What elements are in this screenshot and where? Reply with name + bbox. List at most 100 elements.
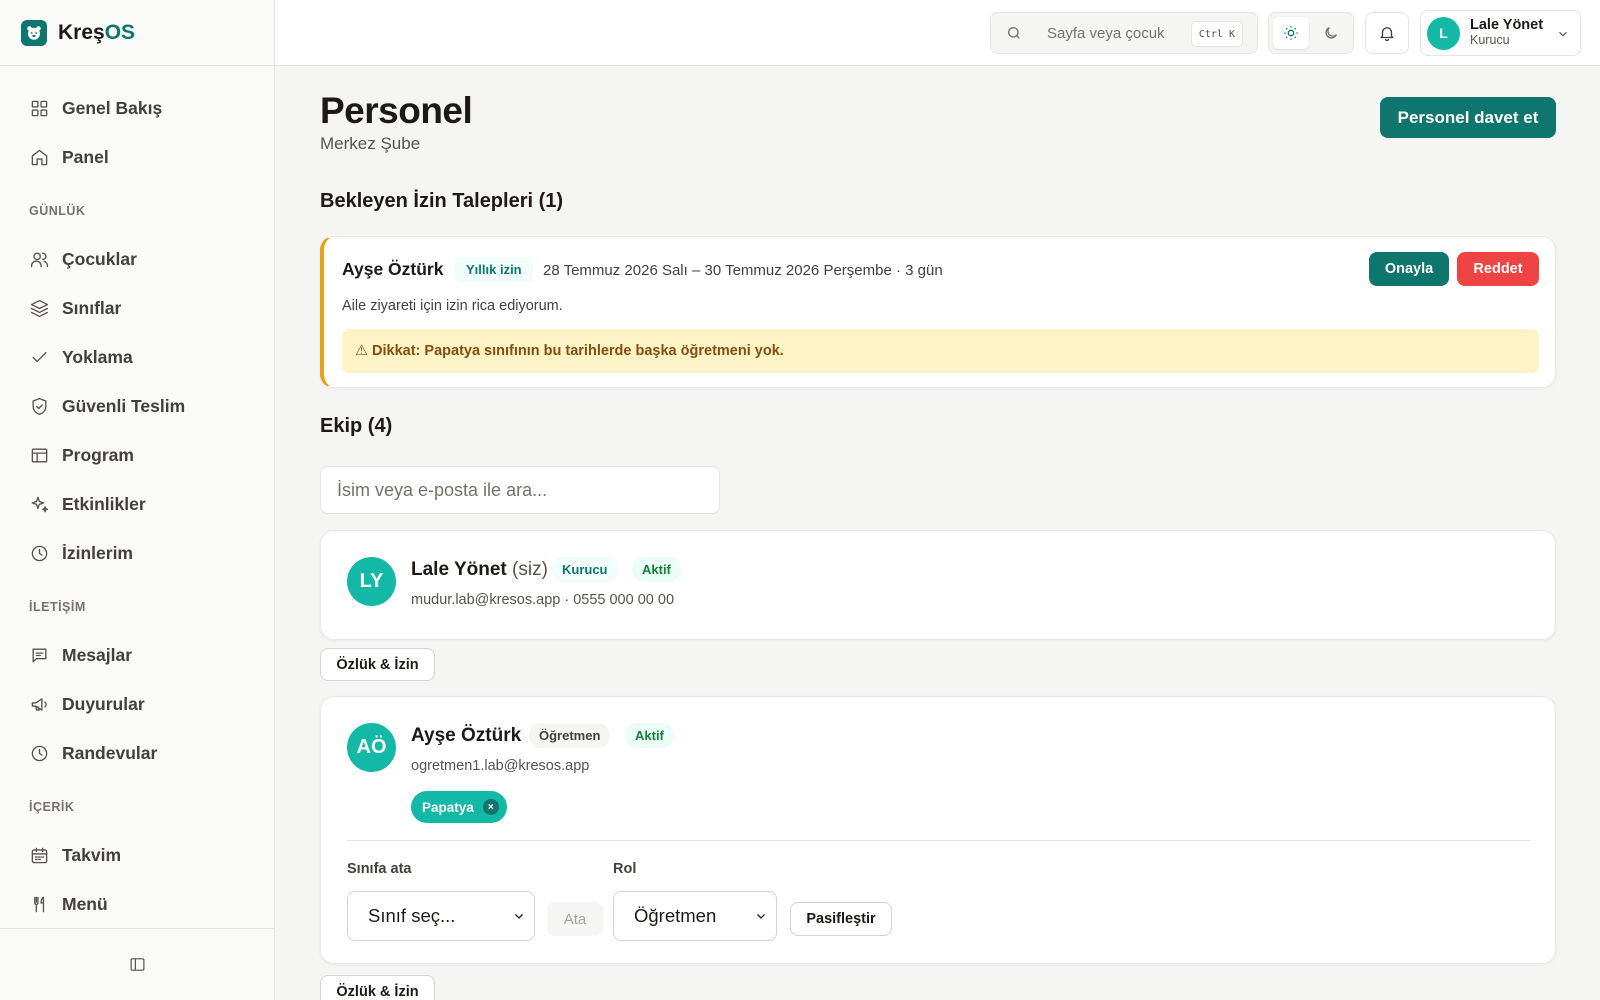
sidebar-item-siniflar[interactable]: Sınıflar <box>0 284 274 333</box>
sidebar-item-guvenli-teslim[interactable]: Güvenli Teslim <box>0 382 274 431</box>
class-select[interactable]: Sınıf seç... <box>347 891 535 941</box>
bell-icon <box>1380 27 1394 42</box>
chevron-down-icon <box>757 914 765 919</box>
megaphone-icon <box>31 698 47 711</box>
avatar: L <box>1427 16 1460 50</box>
sidebar-section-title: GÜNLÜK <box>29 203 86 218</box>
sidebar-item-genel-bakis[interactable]: Genel Bakış <box>0 84 274 133</box>
role-badge: Kurucu <box>552 557 618 582</box>
leave-request-card: Ayşe Öztürk Yıllık izin 28 Temmuz 2026 S… <box>320 236 1556 388</box>
sidebar-item-label: Randevular <box>62 743 158 763</box>
check-icon <box>32 352 47 363</box>
sidebar-item-izinlerim[interactable]: İzinlerim <box>0 529 274 578</box>
sidebar-item-takvim[interactable]: Takvim <box>0 831 274 880</box>
sidebar-item-panel[interactable]: Panel <box>0 133 274 182</box>
avatar: LY <box>347 557 396 606</box>
sun-icon <box>1284 26 1298 40</box>
sidebar-item-label: Mesajlar <box>62 645 133 665</box>
role-badge: Öğretmen <box>529 723 611 748</box>
brand-name: KreşOS <box>58 20 136 44</box>
sidebar-item-label: Güvenli Teslim <box>62 396 186 416</box>
moon-icon <box>1325 27 1337 39</box>
reject-button[interactable]: Reddet <box>1457 252 1539 286</box>
page-title: Personel <box>320 90 473 131</box>
deactivate-button[interactable]: Pasifleştir <box>790 902 892 936</box>
approve-button[interactable]: Onayla <box>1369 252 1449 286</box>
personnel-file-button[interactable]: Özlük & İzin <box>320 648 435 681</box>
global-search-input[interactable]: Sayfa veya çocuk Ctrl K <box>990 12 1258 54</box>
sidebar-item-label: Çocuklar <box>62 249 137 269</box>
assign-class-label: Sınıfa ata <box>347 861 412 877</box>
class-chip-label: Papatya <box>422 799 474 815</box>
page-subtitle: Merkez Şube <box>320 134 421 153</box>
team-title: Ekip (4) <box>320 415 393 437</box>
coverage-warning: ⚠ Dikkat: Papatya sınıfının bu tarihlerd… <box>342 329 1539 373</box>
personnel-file-button[interactable]: Özlük & İzin <box>320 975 435 1000</box>
sidebar-nav: Genel Bakış Panel GÜNLÜK Çocuklar Sınıfl… <box>0 66 274 929</box>
keyboard-shortcut: Ctrl K <box>1190 21 1243 47</box>
sidebar-item-label: Yoklama <box>62 347 133 367</box>
sidebar-item-etkinlikler[interactable]: Etkinlikler <box>0 480 274 529</box>
chevron-down-icon <box>515 914 523 919</box>
sidebar-item-label: Sınıflar <box>62 298 122 318</box>
table-icon <box>31 448 48 463</box>
sidebar-collapse-button[interactable] <box>0 928 274 1000</box>
team-search-input[interactable]: İsim veya e-posta ile ara... <box>320 466 720 514</box>
brand[interactable]: KreşOS <box>0 0 274 66</box>
bear-logo-icon <box>21 19 47 46</box>
grid-icon <box>31 100 48 117</box>
sidebar-item-cocuklar[interactable]: Çocuklar <box>0 235 274 284</box>
notifications-button[interactable] <box>1365 12 1409 54</box>
sidebar-item-duyurular[interactable]: Duyurular <box>0 680 274 729</box>
layers-icon <box>30 299 49 318</box>
search-icon <box>1008 27 1020 39</box>
leave-requester-name: Ayşe Öztürk <box>342 259 444 279</box>
sidebar-section-title: İLETİŞİM <box>29 599 86 614</box>
sidebar-item-label: Panel <box>62 147 109 167</box>
user-role: Kurucu <box>1470 33 1510 48</box>
topbar: Sayfa veya çocuk Ctrl K L Lale Yönet Kur… <box>275 0 1600 66</box>
utensils-icon <box>34 896 45 913</box>
clock-icon <box>31 545 48 562</box>
assign-button[interactable]: Ata <box>547 902 603 936</box>
sidebar-item-program[interactable]: Program <box>0 431 274 480</box>
clock-icon <box>31 745 48 762</box>
sidebar-item-menu[interactable]: Menü <box>0 880 274 929</box>
message-icon <box>32 648 47 663</box>
sidebar-section-title: İÇERİK <box>29 799 75 814</box>
member-name: Lale Yönet (siz) <box>411 559 548 580</box>
member-card: AÖ Ayşe Öztürk Öğretmen Aktif ogretmen1.… <box>320 696 1556 964</box>
user-menu[interactable]: L Lale Yönet Kurucu <box>1420 10 1581 56</box>
member-card: LY Lale Yönet (siz) Kurucu Aktif mudur.l… <box>320 530 1556 640</box>
dark-theme-button[interactable] <box>1313 17 1349 49</box>
light-theme-button[interactable] <box>1273 17 1309 49</box>
user-info: Lale Yönet Kurucu <box>1470 17 1544 48</box>
sidebar-item-randevular[interactable]: Randevular <box>0 729 274 778</box>
member-contact: mudur.lab@kresos.app · 0555 000 00 00 <box>411 592 675 608</box>
calendar-icon <box>31 847 48 864</box>
sidebar-item-mesajlar[interactable]: Mesajlar <box>0 631 274 680</box>
sparkles-icon <box>31 496 49 513</box>
remove-class-icon[interactable]: × <box>482 799 499 815</box>
member-name: Ayşe Öztürk <box>411 725 522 746</box>
status-badge: Aktif <box>632 557 681 582</box>
sidebar-item-label: Takvim <box>62 845 122 865</box>
chevron-down-icon <box>1559 31 1567 37</box>
member-contact: ogretmen1.lab@kresos.app <box>411 758 590 774</box>
users-icon <box>30 252 49 268</box>
sidebar-item-label: Genel Bakış <box>62 98 163 118</box>
home-icon <box>31 149 48 166</box>
invite-staff-button[interactable]: Personel davet et <box>1380 97 1556 138</box>
sidebar-item-yoklama[interactable]: Yoklama <box>0 333 274 382</box>
sidebar: KreşOS Genel Bakış Panel GÜNLÜK Çocuklar… <box>0 0 275 1000</box>
sidebar-toggle-icon <box>130 958 144 971</box>
user-name: Lale Yönet <box>1470 17 1544 34</box>
sidebar-item-label: Etkinlikler <box>62 494 146 514</box>
role-select[interactable]: Öğretmen <box>613 891 777 941</box>
avatar: AÖ <box>347 723 396 772</box>
shield-check-icon <box>32 397 47 416</box>
leave-type-badge: Yıllık izin <box>455 257 533 282</box>
role-label: Rol <box>613 861 637 877</box>
sidebar-item-label: Program <box>62 445 134 465</box>
pending-leave-title: Bekleyen İzin Talepleri (1) <box>320 190 564 212</box>
